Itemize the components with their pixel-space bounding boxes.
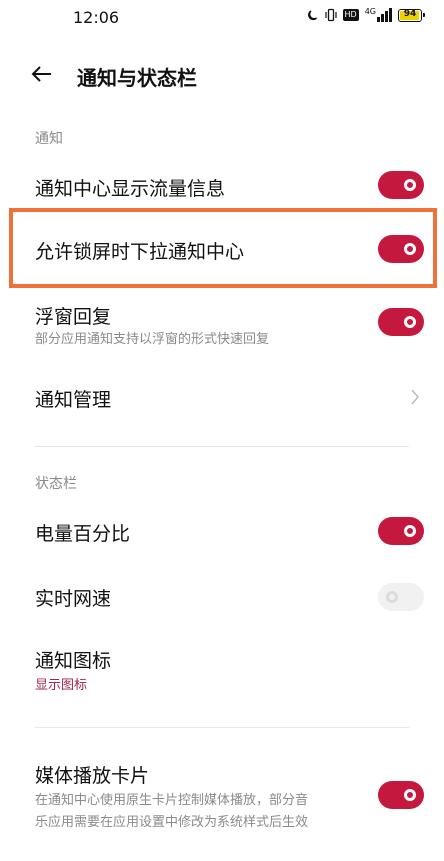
setting-title: 浮窗回复 [35, 306, 112, 328]
toggle-lockscreen-pulldown[interactable] [378, 235, 424, 263]
vibrate-icon [324, 8, 337, 22]
toggle-realtime-speed[interactable] [378, 583, 424, 611]
page-header: 通知与状态栏 [0, 50, 444, 100]
page-title: 通知与状态栏 [77, 66, 197, 90]
setting-title: 实时网速 [35, 588, 112, 610]
toggle-floating-reply[interactable] [378, 308, 424, 336]
status-icons: HD 4G 94 [307, 8, 425, 22]
battery-level: 94 [403, 8, 417, 19]
setting-title: 媒体播放卡片 [35, 765, 150, 787]
divider [35, 727, 409, 728]
setting-row-notification-icons[interactable]: 通知图标 显示图标 [0, 640, 444, 700]
status-time: 12:06 [73, 8, 120, 27]
battery-icon: 94 [398, 8, 425, 22]
toggle-media-card[interactable] [378, 781, 424, 809]
setting-row-traffic-info[interactable]: 通知中心显示流量信息 [0, 165, 444, 210]
divider [35, 446, 409, 447]
toggle-traffic-info[interactable] [378, 171, 424, 199]
back-arrow-icon[interactable] [30, 62, 54, 86]
signal-bars [377, 8, 392, 22]
setting-title: 允许锁屏时下拉通知中心 [35, 241, 245, 263]
setting-row-battery-percent[interactable]: 电量百分比 [0, 510, 444, 555]
setting-subtitle-line2: 乐应用需要在应用设置中修改为系统样式后生效 [35, 815, 309, 830]
moon-icon [307, 10, 317, 21]
setting-subtitle-line1: 在通知中心使用原生卡片控制媒体播放，部分音 [35, 793, 309, 808]
setting-row-notification-manage[interactable]: 通知管理 [0, 375, 444, 420]
setting-row-realtime-speed[interactable]: 实时网速 [0, 575, 444, 620]
setting-title: 通知图标 [35, 650, 112, 672]
hd-icon: HD [342, 9, 359, 21]
section-label-notification: 通知 [35, 131, 63, 147]
setting-value: 显示图标 [35, 678, 88, 693]
setting-subtitle: 部分应用通知支持以浮窗的形式快速回复 [35, 332, 270, 347]
section-label-status-bar: 状态栏 [35, 476, 77, 492]
setting-title: 通知管理 [35, 389, 112, 411]
setting-row-floating-reply[interactable]: 浮窗回复 部分应用通知支持以浮窗的形式快速回复 [0, 298, 444, 358]
4g-signal-icon: 4G [365, 8, 392, 22]
setting-row-lockscreen-pulldown[interactable]: 允许锁屏时下拉通知中心 [0, 225, 444, 273]
status-bar: 12:06 HD 4G 94 [0, 0, 444, 34]
chevron-right-icon [411, 389, 420, 405]
setting-row-media-card[interactable]: 媒体播放卡片 在通知中心使用原生卡片控制媒体播放，部分音 乐应用需要在应用设置中… [0, 757, 444, 837]
toggle-battery-percent[interactable] [378, 517, 424, 545]
setting-title: 电量百分比 [35, 523, 131, 545]
setting-title: 通知中心显示流量信息 [35, 178, 226, 200]
network-type-label: 4G [364, 7, 376, 16]
